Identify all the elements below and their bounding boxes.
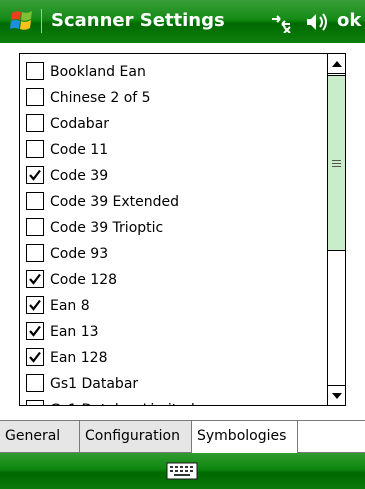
checkbox[interactable] <box>26 218 44 236</box>
checkbox[interactable] <box>26 296 44 314</box>
arrow-down-icon <box>332 393 342 399</box>
arrow-up-icon <box>332 61 342 67</box>
connectivity-icon[interactable] <box>268 11 294 33</box>
checkbox[interactable] <box>26 166 44 184</box>
list-item[interactable]: Code 39 <box>23 163 325 189</box>
list-item[interactable]: Bookland Ean <box>23 59 325 85</box>
list-item-label: Ean 128 <box>50 350 108 366</box>
tab-bar: General Configuration Symbologies <box>0 420 365 454</box>
scroll-thumb[interactable] <box>328 75 345 251</box>
checkbox[interactable] <box>26 88 44 106</box>
checkmark-icon <box>29 299 41 311</box>
list-item[interactable]: Code 39 Extended <box>23 189 325 215</box>
list-item[interactable]: Code 39 Trioptic <box>23 215 325 241</box>
windows-flag-icon[interactable] <box>9 8 35 34</box>
list-item-label: Codabar <box>50 116 110 132</box>
list-item-label: Code 39 Extended <box>50 194 180 210</box>
list-item[interactable]: Ean 128 <box>23 345 325 371</box>
checkmark-icon <box>29 325 41 337</box>
title-bar: Scanner Settings ok <box>0 0 365 43</box>
vertical-scrollbar[interactable] <box>327 54 345 405</box>
symbology-list-items: Bookland Ean Chinese 2 of 5 Codabar Code 11… <box>20 54 327 405</box>
checkbox[interactable] <box>26 322 44 340</box>
checkbox[interactable] <box>26 270 44 288</box>
list-item-label: Ean 8 <box>50 298 90 314</box>
list-item[interactable]: Code 93 <box>23 241 325 267</box>
list-item-label: Code 39 <box>50 168 109 184</box>
tab-bar-filler <box>298 421 365 453</box>
checkmark-icon <box>29 273 41 285</box>
tab-general[interactable]: General <box>0 421 80 453</box>
list-item[interactable]: Code 11 <box>23 137 325 163</box>
list-item-label: Code 93 <box>50 246 109 262</box>
softkey-bar <box>0 453 365 489</box>
checkbox[interactable] <box>26 62 44 80</box>
checkbox[interactable] <box>26 374 44 392</box>
checkbox[interactable] <box>26 114 44 132</box>
ok-button[interactable]: ok <box>337 9 361 33</box>
checkmark-icon <box>29 351 41 363</box>
list-item[interactable]: Ean 13 <box>23 319 325 345</box>
list-item-label: Gs1 Databar Limited <box>50 400 195 405</box>
tab-configuration[interactable]: Configuration <box>80 421 192 453</box>
checkbox[interactable] <box>26 400 44 405</box>
keyboard-icon[interactable] <box>166 462 198 480</box>
window-title: Scanner Settings <box>51 10 225 31</box>
symbology-list: Bookland Ean Chinese 2 of 5 Codabar Code 11… <box>19 53 346 406</box>
list-item-label: Code 39 Trioptic <box>50 220 164 236</box>
grip-line <box>332 160 341 161</box>
list-item[interactable]: Ean 8 <box>23 293 325 319</box>
checkbox[interactable] <box>26 348 44 366</box>
scroll-up-button[interactable] <box>328 54 345 74</box>
checkbox[interactable] <box>26 140 44 158</box>
title-separator <box>41 9 42 33</box>
list-item[interactable]: Chinese 2 of 5 <box>23 85 325 111</box>
checkmark-icon <box>29 169 41 181</box>
list-item[interactable]: Codabar <box>23 111 325 137</box>
grip-line <box>332 166 341 167</box>
list-item[interactable]: Gs1 Databar Limited <box>23 397 325 405</box>
grip-line <box>332 163 341 164</box>
list-item-label: Bookland Ean <box>50 64 146 80</box>
list-item-label: Gs1 Databar <box>50 376 139 392</box>
scroll-down-button[interactable] <box>328 385 345 405</box>
list-item-label: Chinese 2 of 5 <box>50 90 151 106</box>
tab-symbologies[interactable]: Symbologies <box>192 421 298 454</box>
volume-icon[interactable] <box>304 11 330 33</box>
list-item-label: Ean 13 <box>50 324 99 340</box>
list-item[interactable]: Gs1 Databar <box>23 371 325 397</box>
list-item-label: Code 128 <box>50 272 118 288</box>
list-item[interactable]: Code 128 <box>23 267 325 293</box>
checkbox[interactable] <box>26 192 44 210</box>
list-item-label: Code 11 <box>50 142 109 158</box>
checkbox[interactable] <box>26 244 44 262</box>
